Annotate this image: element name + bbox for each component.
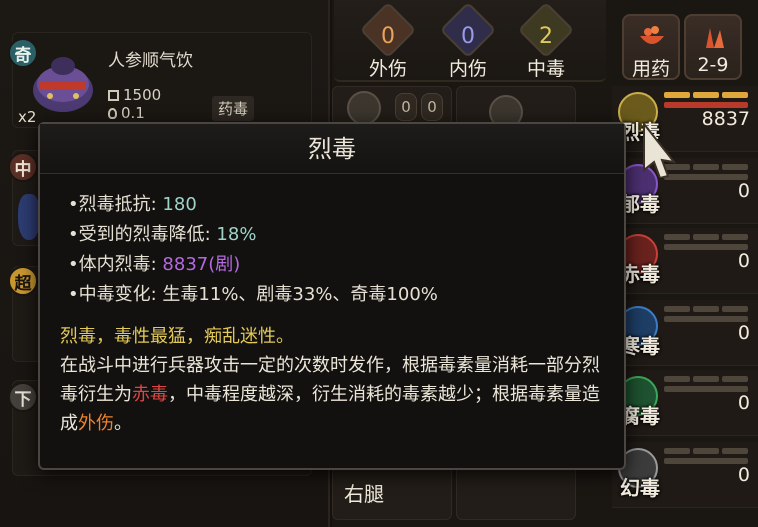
grade-badge-chao: 超 [8, 266, 38, 296]
bar-segment [722, 164, 748, 170]
bar-segment [664, 92, 690, 98]
poison-row-chi[interactable]: 赤毒 0 [612, 228, 758, 294]
pointer-cursor-icon [643, 122, 677, 178]
stat-label: •中毒变化: [68, 284, 157, 305]
pill-external: 0 [395, 93, 417, 121]
bar-fill [664, 316, 748, 322]
item-name: 人参顺气饮 [108, 51, 193, 71]
poison-row-yu[interactable]: 郁毒 0 [612, 158, 758, 224]
counter-label: 中毒 [526, 58, 565, 80]
stat-body-poison: •体内烈毒: 8837(剧) [68, 250, 240, 276]
item-value-row: 0.1 [108, 104, 145, 122]
bar-segment [664, 448, 690, 454]
description-intro: 烈毒，毒性最猛，痴乱迷性。 [60, 326, 294, 347]
stat-value: 18% [216, 224, 257, 245]
value-icon [108, 107, 117, 119]
poison-name: 赤毒 [620, 262, 660, 286]
medicine-gourd-icon [33, 57, 93, 112]
bar-segment [693, 234, 719, 240]
poison-value: 0 [737, 464, 750, 486]
herbs-icon [706, 28, 724, 48]
bar-fill [664, 386, 748, 392]
item-count: x2 [18, 108, 37, 126]
bar-segment [722, 306, 748, 312]
bar-segment [664, 306, 690, 312]
poison-value: 0 [737, 250, 750, 272]
poison-row-han[interactable]: 寒毒 0 [612, 300, 758, 366]
grade-badge-xia: 下 [8, 382, 38, 412]
description-body: 在战斗中进行兵器攻击一定的次数时发作，根据毒素量消耗一部分烈毒衍生为赤毒，中毒程… [60, 351, 612, 438]
medicine-bowl-icon [640, 26, 664, 44]
counter-poison[interactable]: 2 中毒 [508, 1, 584, 80]
counter-value: 2 [539, 24, 553, 49]
tooltip-title: 烈毒 [40, 124, 624, 174]
poison-name: 幻毒 [620, 476, 660, 500]
stat-value: 生毒11%、剧毒33%、奇毒100% [162, 284, 438, 305]
counter-internal[interactable]: 0 内伤 [430, 1, 506, 80]
herbs-count-label: 2-9 [697, 54, 729, 76]
bar-segment [722, 376, 748, 382]
counter-external[interactable]: 0 外伤 [350, 1, 426, 80]
description-text: 。 [114, 413, 132, 434]
description-highlight-red: 赤毒 [132, 384, 168, 405]
poison-row-huan[interactable]: 幻毒 0 [612, 442, 758, 508]
grade-badge-zhong: 中 [8, 152, 38, 182]
poison-value: 0 [737, 180, 750, 202]
poison-tooltip: 烈毒 •烈毒抵抗: 180 •受到的烈毒降低: 18% •体内烈毒: 8837(… [38, 122, 626, 470]
bar-segment [693, 376, 719, 382]
stat-resistance: •烈毒抵抗: 180 [68, 190, 197, 216]
poison-name: 郁毒 [620, 192, 660, 216]
bar-segment [722, 448, 748, 454]
stat-value: 8837(剧) [162, 254, 241, 275]
poison-row-fu[interactable]: 腐毒 0 [612, 370, 758, 436]
poison-value: 0 [737, 392, 750, 414]
item-icon [18, 194, 40, 240]
head-icon [347, 91, 381, 125]
poison-row-lie[interactable]: 烈毒 8837 [612, 86, 758, 152]
item-weight-row: 1500 [108, 86, 161, 104]
counter-label: 内伤 [448, 58, 487, 80]
poison-name: 寒毒 [620, 334, 660, 358]
bar-segment [722, 234, 748, 240]
bar-segment [664, 376, 690, 382]
bar-segment [693, 448, 719, 454]
stat-value: 180 [162, 194, 197, 215]
herbs-button[interactable]: 2-9 [684, 14, 742, 80]
stat-label: •受到的烈毒降低: [68, 224, 211, 245]
stat-reduction: •受到的烈毒降低: 18% [68, 220, 256, 246]
poison-value: 0 [737, 322, 750, 344]
bar-segment [693, 306, 719, 312]
use-medicine-button[interactable]: 用药 [622, 14, 680, 80]
stat-label: •体内烈毒: [68, 254, 157, 275]
pill-internal: 0 [421, 93, 443, 121]
counter-value: 0 [461, 24, 475, 49]
counter-label: 外伤 [368, 58, 407, 80]
tooltip-description: 烈毒，毒性最猛，痴乱迷性。 在战斗中进行兵器攻击一定的次数时发作，根据毒素量消耗… [60, 322, 612, 438]
bar-segment [664, 234, 690, 240]
item-value: 0.1 [121, 104, 145, 122]
item-tag: 药毒 [212, 96, 255, 121]
bar-fill [664, 458, 748, 464]
bar-segment [693, 92, 719, 98]
bar-segment [722, 92, 748, 98]
item-weight: 1500 [123, 86, 162, 104]
weight-icon [108, 89, 119, 101]
counter-value: 0 [381, 24, 395, 49]
injury-counter-bar: 0 外伤 0 内伤 2 中毒 [334, 0, 606, 82]
stat-label: •烈毒抵抗: [68, 194, 157, 215]
stat-poison-change: •中毒变化: 生毒11%、剧毒33%、奇毒100% [68, 280, 438, 306]
use-medicine-label: 用药 [631, 58, 670, 80]
description-highlight-orange: 外伤 [78, 413, 114, 434]
poison-value: 8837 [701, 108, 750, 130]
bar-fill [664, 244, 748, 250]
right-leg-label: 右腿 [344, 482, 384, 506]
poison-name: 腐毒 [620, 404, 660, 428]
bar-segment [693, 164, 719, 170]
